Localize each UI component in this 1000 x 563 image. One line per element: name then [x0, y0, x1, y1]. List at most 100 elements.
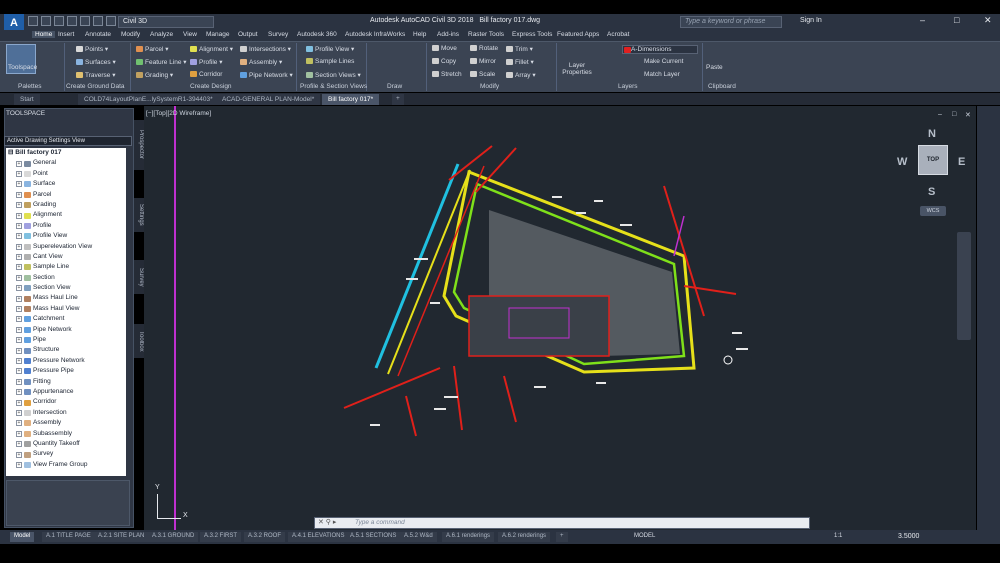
command-tools-icon[interactable]: ✕ ⚲ ▸: [318, 518, 336, 526]
tree-item-pipe[interactable]: + Pipe: [6, 335, 126, 345]
command-input[interactable]: Type a command: [314, 517, 810, 529]
expand-icon[interactable]: +: [16, 274, 22, 281]
ribbon-tab-autodesk-infraworks[interactable]: Autodesk InfraWorks: [345, 31, 405, 38]
annotation-scale[interactable]: 1:1: [834, 533, 842, 542]
redo-icon[interactable]: [106, 16, 116, 26]
profile-view-button[interactable]: Profile View ▾: [306, 45, 354, 53]
tree-item-parcel[interactable]: + Parcel: [6, 190, 126, 200]
panel-layers[interactable]: Layers: [618, 83, 638, 90]
compass-n[interactable]: N: [928, 128, 936, 140]
tree-item-sample-line[interactable]: + Sample Line: [6, 262, 126, 272]
panel-create-design[interactable]: Create Design: [190, 83, 232, 90]
surfaces-button[interactable]: Surfaces ▾: [76, 58, 116, 66]
ribbon-tab-analyze[interactable]: Analyze: [150, 31, 173, 38]
expand-icon[interactable]: +: [16, 264, 22, 271]
expand-icon[interactable]: +: [16, 399, 22, 406]
viewport-minimize-icon[interactable]: –: [938, 111, 942, 118]
tree-item-corridor[interactable]: + Corridor: [6, 397, 126, 407]
status-value[interactable]: 3.5000: [898, 533, 919, 540]
new-icon[interactable]: [28, 16, 38, 26]
tree-item-pressure-pipe[interactable]: + Pressure Pipe: [6, 366, 126, 376]
expand-icon[interactable]: +: [16, 409, 22, 416]
search-input[interactable]: Type a keyword or phrase: [680, 16, 782, 28]
compass-w[interactable]: W: [897, 156, 907, 168]
open-icon[interactable]: [41, 16, 51, 26]
signin-button[interactable]: Sign In: [800, 17, 822, 24]
expand-icon[interactable]: +: [16, 347, 22, 354]
saveas-icon[interactable]: [67, 16, 77, 26]
layout-tab-a-1-title-page[interactable]: A.1 TITLE PAGE: [42, 532, 95, 542]
doc-tab-general-plan[interactable]: ACAD-GENERAL PLAN-Model*: [216, 94, 321, 105]
ribbon-tab-acrobat[interactable]: Acrobat: [607, 31, 629, 38]
array-button[interactable]: Array ▾: [506, 71, 536, 79]
tree-item-grading[interactable]: + Grading: [6, 200, 126, 210]
ribbon-tab-featured-apps[interactable]: Featured Apps: [557, 31, 599, 38]
tree-root[interactable]: ⊟ Bill factory 017: [6, 148, 126, 158]
tree-item-cant-view[interactable]: + Cant View: [6, 252, 126, 262]
undo-icon[interactable]: [93, 16, 103, 26]
tree-item-assembly[interactable]: + Assembly: [6, 418, 126, 428]
expand-icon[interactable]: +: [16, 430, 22, 437]
panel-create-ground-data[interactable]: Create Ground Data: [66, 83, 125, 90]
traverse-button[interactable]: Traverse ▾: [76, 71, 115, 79]
make-current-button[interactable]: Make Current: [644, 58, 683, 65]
ribbon-tab-autodesk-360[interactable]: Autodesk 360: [297, 31, 337, 38]
expand-icon[interactable]: +: [16, 326, 22, 333]
minimize-icon[interactable]: –: [920, 15, 925, 25]
tab-prospector[interactable]: Prospector: [134, 120, 144, 170]
expand-icon[interactable]: +: [16, 389, 22, 396]
layout-tab-a-5-1-sections[interactable]: A.5.1 SECTIONS: [346, 532, 401, 542]
expand-icon[interactable]: +: [16, 451, 22, 458]
navigation-bar[interactable]: [957, 232, 971, 340]
maximize-icon[interactable]: □: [954, 15, 959, 25]
scale-button[interactable]: Scale: [470, 71, 495, 78]
expand-icon[interactable]: +: [16, 233, 22, 240]
model-space-button[interactable]: MODEL: [634, 533, 655, 542]
layout-tab-a-6-1-renderings[interactable]: A.6.1 renderings: [442, 532, 495, 542]
layout-tab-a-6-2-renderings[interactable]: A.6.2 renderings: [498, 532, 551, 542]
ribbon-tab-view[interactable]: View: [183, 31, 197, 38]
expand-icon[interactable]: +: [16, 358, 22, 364]
ribbon-tab-manage[interactable]: Manage: [206, 31, 230, 38]
expand-icon[interactable]: +: [16, 378, 22, 385]
match-layer-button[interactable]: Match Layer: [644, 71, 680, 78]
ribbon-tab-modify[interactable]: Modify: [121, 31, 140, 38]
panel-clipboard[interactable]: Clipboard: [708, 83, 736, 90]
expand-icon[interactable]: +: [16, 202, 22, 209]
layout-tab-a-5-2-w-d[interactable]: A.5.2 W&d: [400, 532, 437, 542]
ribbon-tab-express-tools[interactable]: Express Tools: [512, 31, 552, 38]
copy-button[interactable]: Copy: [432, 58, 456, 65]
compass-e[interactable]: E: [958, 156, 965, 168]
tree-item-survey[interactable]: + Survey: [6, 449, 126, 459]
viewport-close-icon[interactable]: ✕: [965, 111, 971, 119]
move-button[interactable]: Move: [432, 45, 457, 52]
section-views-button[interactable]: Section Views ▾: [306, 71, 361, 79]
tree-item-intersection[interactable]: + Intersection: [6, 408, 126, 418]
save-icon[interactable]: [54, 16, 64, 26]
sample-lines-button[interactable]: Sample Lines: [306, 58, 354, 65]
right-tool-palette[interactable]: [977, 106, 1000, 530]
ribbon-tab-raster-tools[interactable]: Raster Tools: [468, 31, 504, 38]
panel-palettes[interactable]: Palettes: [18, 83, 42, 90]
tab-toolbox[interactable]: Toolbox: [134, 324, 144, 358]
ribbon-tab-survey[interactable]: Survey: [268, 31, 288, 38]
tree-item-quantity-takeoff[interactable]: + Quantity Takeoff: [6, 439, 126, 449]
layout-tab-model[interactable]: Model: [10, 532, 35, 542]
tree-item-section-view[interactable]: + Section View: [6, 283, 126, 293]
tree-item-point[interactable]: + Point: [6, 169, 126, 179]
tab-settings[interactable]: Settings: [134, 198, 144, 232]
trim-button[interactable]: Trim ▾: [506, 45, 533, 53]
expand-icon[interactable]: +: [16, 316, 22, 323]
corridor-button[interactable]: Corridor: [190, 71, 222, 78]
fillet-button[interactable]: Fillet ▾: [506, 58, 534, 66]
panel-modify[interactable]: Modify: [480, 83, 499, 90]
ribbon-tab-help[interactable]: Help: [413, 31, 426, 38]
expand-icon[interactable]: +: [16, 337, 22, 344]
tree-item-mass-haul-view[interactable]: + Mass Haul View: [6, 304, 126, 314]
layer-select[interactable]: A-Dimensions: [622, 45, 698, 54]
expand-icon[interactable]: +: [16, 160, 22, 167]
expand-icon[interactable]: +: [16, 306, 22, 313]
layer-properties-button[interactable]: Layer Properties: [562, 62, 592, 76]
tree-item-catchment[interactable]: + Catchment: [6, 314, 126, 324]
expand-icon[interactable]: +: [16, 420, 22, 427]
